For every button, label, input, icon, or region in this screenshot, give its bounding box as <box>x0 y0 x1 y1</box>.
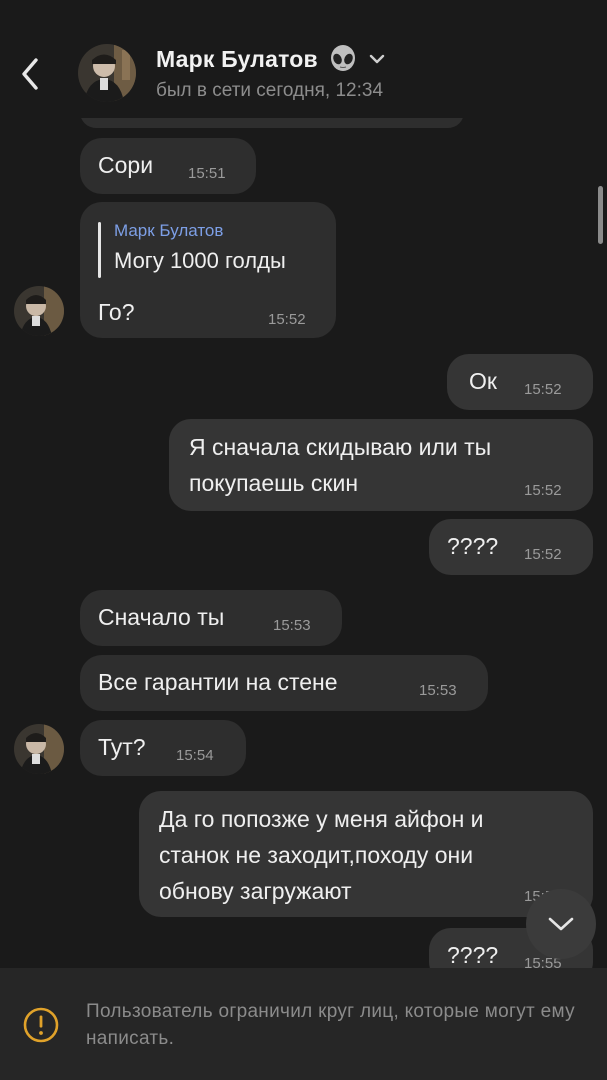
avatar[interactable] <box>14 286 64 336</box>
message-text: Все гарантии на стене <box>98 669 338 695</box>
message-bubble[interactable]: ???? 15:52 <box>429 519 593 575</box>
alien-emoji-icon <box>330 45 355 71</box>
message-text-line: станок не заходит,походу они <box>159 842 474 868</box>
avatar[interactable] <box>14 724 64 774</box>
message-time: 15:51 <box>188 165 226 182</box>
message-bubble[interactable]: Тут? 15:54 <box>80 720 246 776</box>
scrollbar[interactable] <box>598 186 603 244</box>
contact-avatar[interactable] <box>78 44 136 102</box>
message-bubble[interactable]: Сначало ты 15:53 <box>80 590 342 646</box>
contact-info[interactable]: Марк Булатов был в сети сегодня, 12:34 <box>156 44 388 102</box>
warning-icon <box>23 1007 59 1043</box>
message-bubble[interactable]: Ок 15:52 <box>447 354 593 410</box>
back-arrow-icon <box>22 58 38 90</box>
message-text: Тут? <box>98 734 146 760</box>
scroll-down-button[interactable] <box>526 889 596 959</box>
message-time: 15:52 <box>524 482 562 499</box>
contact-status: был в сети сегодня, 12:34 <box>156 80 384 101</box>
message-list[interactable]: Сори 15:51 Марк Булатов Могу 1000 голды … <box>0 0 607 968</box>
message-time: 15:54 <box>176 747 214 764</box>
message-text-line: обнову загружают <box>159 878 352 904</box>
message-time: 15:52 <box>524 546 562 563</box>
message-bubble-reply[interactable]: Марк Булатов Могу 1000 голды Го? 15:52 <box>80 202 336 338</box>
message-text: Го? <box>98 299 135 325</box>
message-bubble[interactable]: Да го попозже у меня айфон и станок не з… <box>139 791 593 917</box>
message-bubble[interactable]: Все гарантии на стене 15:53 <box>80 655 488 711</box>
message-text-line: Я сначала скидываю или ты <box>189 434 492 460</box>
message-text: Сори <box>98 152 154 178</box>
message-time: 15:52 <box>268 311 306 328</box>
message-text-line: Да го попозже у меня айфон и <box>159 806 484 832</box>
message-text: Сначало ты <box>98 604 225 630</box>
message-bubble[interactable]: Я сначала скидываю или ты покупаешь скин… <box>169 419 593 511</box>
message-time: 15:53 <box>419 682 457 699</box>
restriction-notice-text: Пользователь ограничил круг лиц, которые… <box>86 1001 575 1049</box>
contact-name: Марк Булатов <box>156 45 318 72</box>
message-time: 15:53 <box>273 617 311 634</box>
message-text: Ок <box>469 368 497 394</box>
message-text: ???? <box>447 533 499 559</box>
reply-text: Могу 1000 голды <box>114 248 286 273</box>
reply-author: Марк Булатов <box>114 221 224 240</box>
scroll-down-icon <box>548 917 574 931</box>
back-button[interactable] <box>14 52 46 96</box>
message-text: ???? <box>447 942 499 968</box>
message-bubble[interactable]: Сори 15:51 <box>80 138 256 194</box>
reply-quote-bar <box>98 222 101 278</box>
message-text-line: покупаешь скин <box>189 470 359 496</box>
chat-header: Марк Булатов был в сети сегодня, 12:34 <box>0 0 607 118</box>
message-time: 15:52 <box>524 381 562 398</box>
chevron-down-icon[interactable] <box>366 48 388 70</box>
